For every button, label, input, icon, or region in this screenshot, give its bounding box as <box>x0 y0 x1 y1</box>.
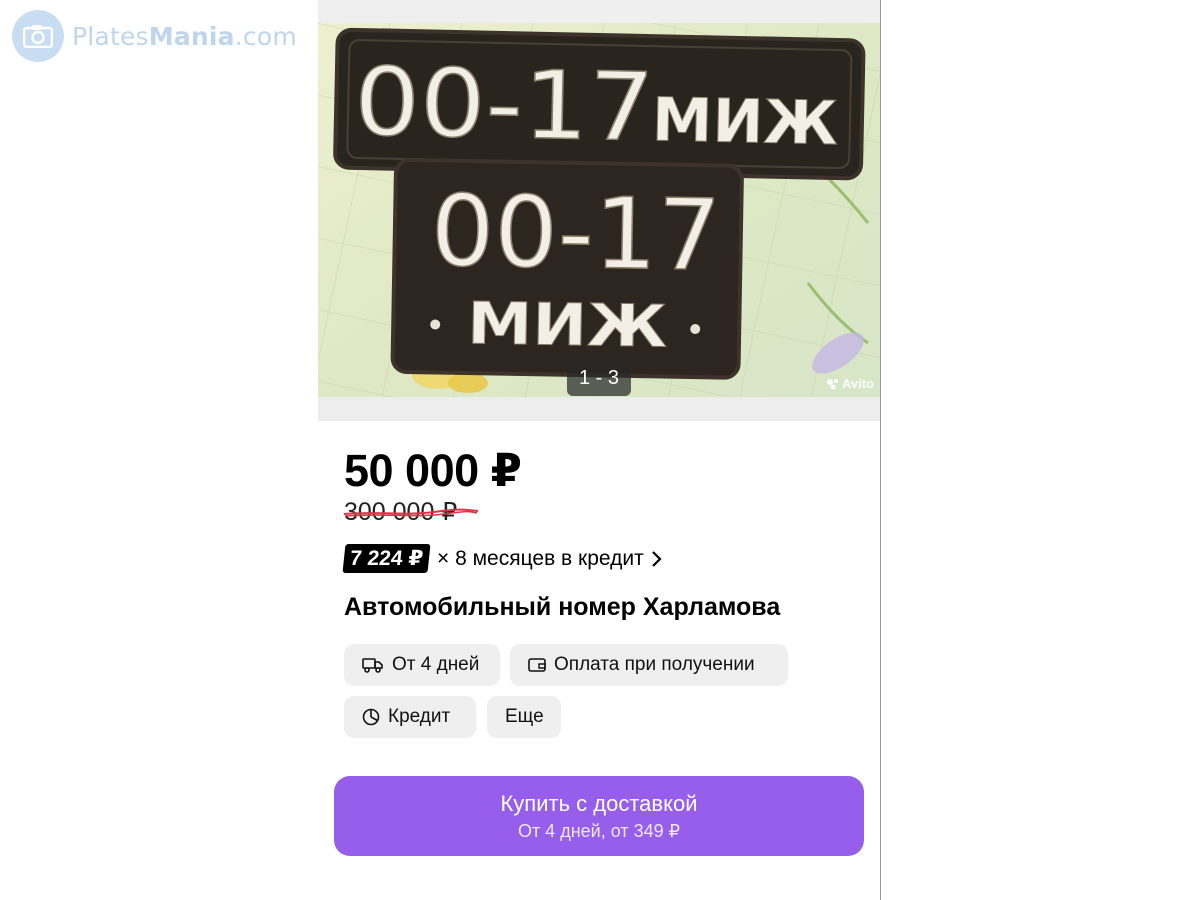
section-gap <box>318 397 880 421</box>
buy-button-sublabel: От 4 дней, от 349 ₽ <box>517 820 681 841</box>
chip-label: Кредит <box>388 706 451 727</box>
watermark-text: PlatesMania.com <box>72 21 297 51</box>
platesmania-watermark: PlatesMania.com <box>12 10 297 62</box>
photo-gallery[interactable]: 00-17 МИЖ 00-17 МИЖ 1 - 3 Avito <box>318 23 880 397</box>
photo-counter: 1 - 3 <box>567 360 631 396</box>
plate-long-letters: МИЖ <box>651 85 838 159</box>
avito-logo-icon <box>826 378 838 389</box>
chip-credit[interactable]: Кредит <box>344 696 476 738</box>
chip-label: Оплата при получении <box>554 654 755 675</box>
wallet-icon <box>528 658 546 672</box>
old-price: 300 000 ₽ <box>344 497 479 527</box>
chip-payment-on-delivery[interactable]: Оплата при получении <box>510 644 788 686</box>
listing-title: Автомобильный номер Харламова <box>344 593 781 621</box>
plate-long-digits: 00-17 <box>353 48 655 163</box>
buy-with-delivery-button[interactable]: Купить с доставкой От 4 дней, от 349 ₽ <box>334 776 864 856</box>
page-divider <box>880 0 881 900</box>
avito-label: Avito <box>841 376 874 391</box>
price: 50 000 ₽ <box>344 445 522 496</box>
truck-icon <box>362 658 383 673</box>
chip-more[interactable]: Еще <box>487 696 561 738</box>
listing-screen: 00-17 МИЖ 00-17 МИЖ 1 - 3 Avito 50 000 ₽ <box>318 0 880 900</box>
credit-offer[interactable]: 7 224 ₽ × 8 месяцев в кредит <box>342 544 662 573</box>
pie-chart-icon <box>362 708 380 726</box>
chip-delivery-time[interactable]: От 4 дней <box>344 644 500 686</box>
chip-label: Еще <box>505 706 544 727</box>
credit-monthly-badge: 7 224 ₽ <box>342 544 431 573</box>
listing-photo: 00-17 МИЖ 00-17 МИЖ <box>318 23 880 397</box>
credit-text: × 8 месяцев в кредит <box>437 546 644 570</box>
plate-square-digits: 00-17 <box>430 174 722 293</box>
buy-button-label: Купить с доставкой <box>500 790 698 816</box>
camera-icon <box>12 10 64 62</box>
plate-square-letters: МИЖ <box>467 289 668 360</box>
strikethrough-mark <box>344 508 479 517</box>
chip-label: От 4 дней <box>392 654 480 675</box>
avito-watermark: Avito <box>826 376 874 391</box>
chevron-right-icon <box>651 550 662 567</box>
top-strip <box>318 0 880 23</box>
